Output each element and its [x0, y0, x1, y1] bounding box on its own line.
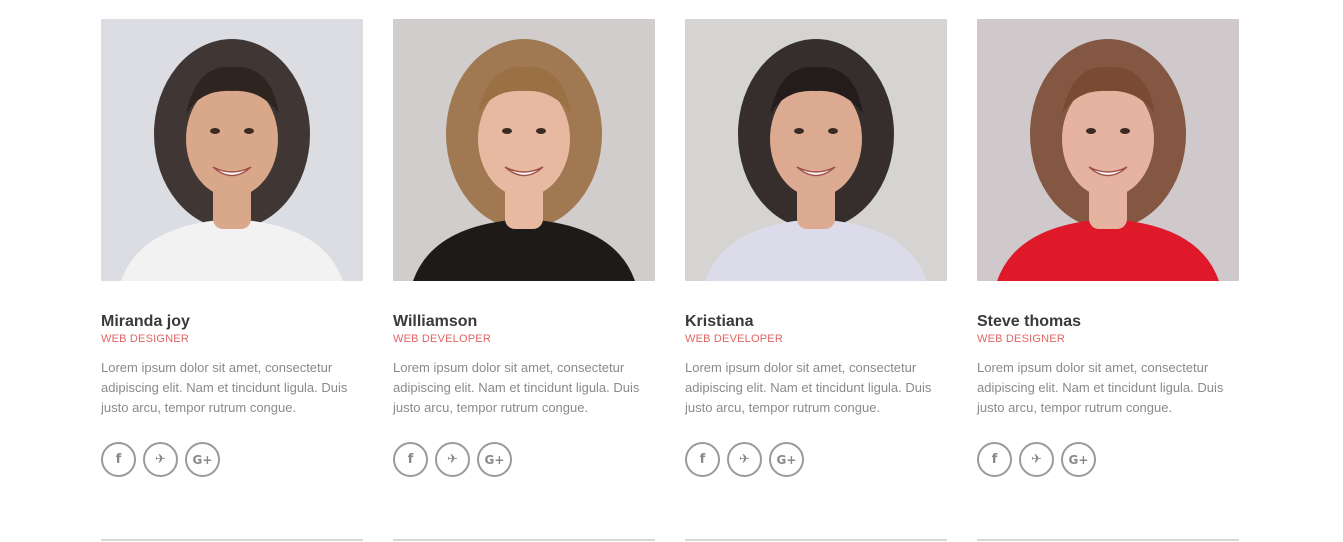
- team-member-card: Miranda joy WEB DESIGNER Lorem ipsum dolor…: [101, 19, 363, 542]
- facebook-icon: f: [991, 452, 998, 467]
- team-member-photo: [685, 19, 947, 281]
- team-member-name: Kristiana: [685, 313, 754, 330]
- facebook-icon: f: [407, 452, 414, 467]
- google-plus-button[interactable]: G+: [1061, 442, 1096, 477]
- facebook-button[interactable]: f: [393, 442, 428, 477]
- team-member-name: Williamson: [393, 313, 478, 330]
- card-divider: [977, 539, 1239, 541]
- facebook-icon: f: [115, 452, 122, 467]
- twitter-button[interactable]: ✈: [143, 442, 178, 477]
- google-plus-icon: G+: [192, 452, 213, 467]
- twitter-icon: ✈: [447, 452, 458, 467]
- facebook-button[interactable]: f: [685, 442, 720, 477]
- team-member-description: Lorem ipsum dolor sit amet, consectetur …: [977, 360, 1224, 415]
- team-member-name: Steve thomas: [977, 313, 1082, 330]
- twitter-icon: ✈: [1031, 452, 1042, 467]
- team-member-card: Kristiana WEB DEVELOPER Lorem ipsum dolor …: [685, 19, 947, 542]
- team-member-card: Williamson WEB DEVELOPER Lorem ipsum dolor…: [393, 19, 655, 542]
- google-plus-button[interactable]: G+: [477, 442, 512, 477]
- team-member-role: WEB DEVELOPER: [393, 333, 491, 345]
- social-links: f ✈ G+: [685, 442, 947, 477]
- google-plus-icon: G+: [484, 452, 505, 467]
- team-member-role: WEB DESIGNER: [101, 333, 189, 345]
- team-grid: Miranda joy WEB DESIGNER Lorem ipsum dolor…: [101, 19, 1239, 542]
- google-plus-button[interactable]: G+: [185, 442, 220, 477]
- social-links: f ✈ G+: [977, 442, 1239, 477]
- team-member-role: WEB DEVELOPER: [685, 333, 783, 345]
- facebook-icon: f: [699, 452, 706, 467]
- team-member-description: Lorem ipsum dolor sit amet, consectetur …: [393, 360, 640, 415]
- twitter-icon: ✈: [739, 452, 750, 467]
- team-member-card: Steve thomas WEB DESIGNER Lorem ipsum dolo…: [977, 19, 1239, 542]
- facebook-button[interactable]: f: [101, 442, 136, 477]
- team-member-role: WEB DESIGNER: [977, 333, 1065, 345]
- twitter-button[interactable]: ✈: [1019, 442, 1054, 477]
- team-member-name: Miranda joy: [101, 313, 190, 330]
- twitter-button[interactable]: ✈: [435, 442, 470, 477]
- card-divider: [685, 539, 947, 541]
- google-plus-icon: G+: [776, 452, 797, 467]
- twitter-icon: ✈: [155, 452, 166, 467]
- card-divider: [393, 539, 655, 541]
- twitter-button[interactable]: ✈: [727, 442, 762, 477]
- social-links: f ✈ G+: [393, 442, 655, 477]
- card-divider: [101, 539, 363, 541]
- team-member-photo: [977, 19, 1239, 281]
- team-member-description: Lorem ipsum dolor sit amet, consectetur …: [101, 360, 348, 415]
- facebook-button[interactable]: f: [977, 442, 1012, 477]
- team-member-description: Lorem ipsum dolor sit amet, consectetur …: [685, 360, 932, 415]
- google-plus-button[interactable]: G+: [769, 442, 804, 477]
- team-member-photo: [393, 19, 655, 281]
- social-links: f ✈ G+: [101, 442, 363, 477]
- google-plus-icon: G+: [1068, 452, 1089, 467]
- team-member-photo: [101, 19, 363, 281]
